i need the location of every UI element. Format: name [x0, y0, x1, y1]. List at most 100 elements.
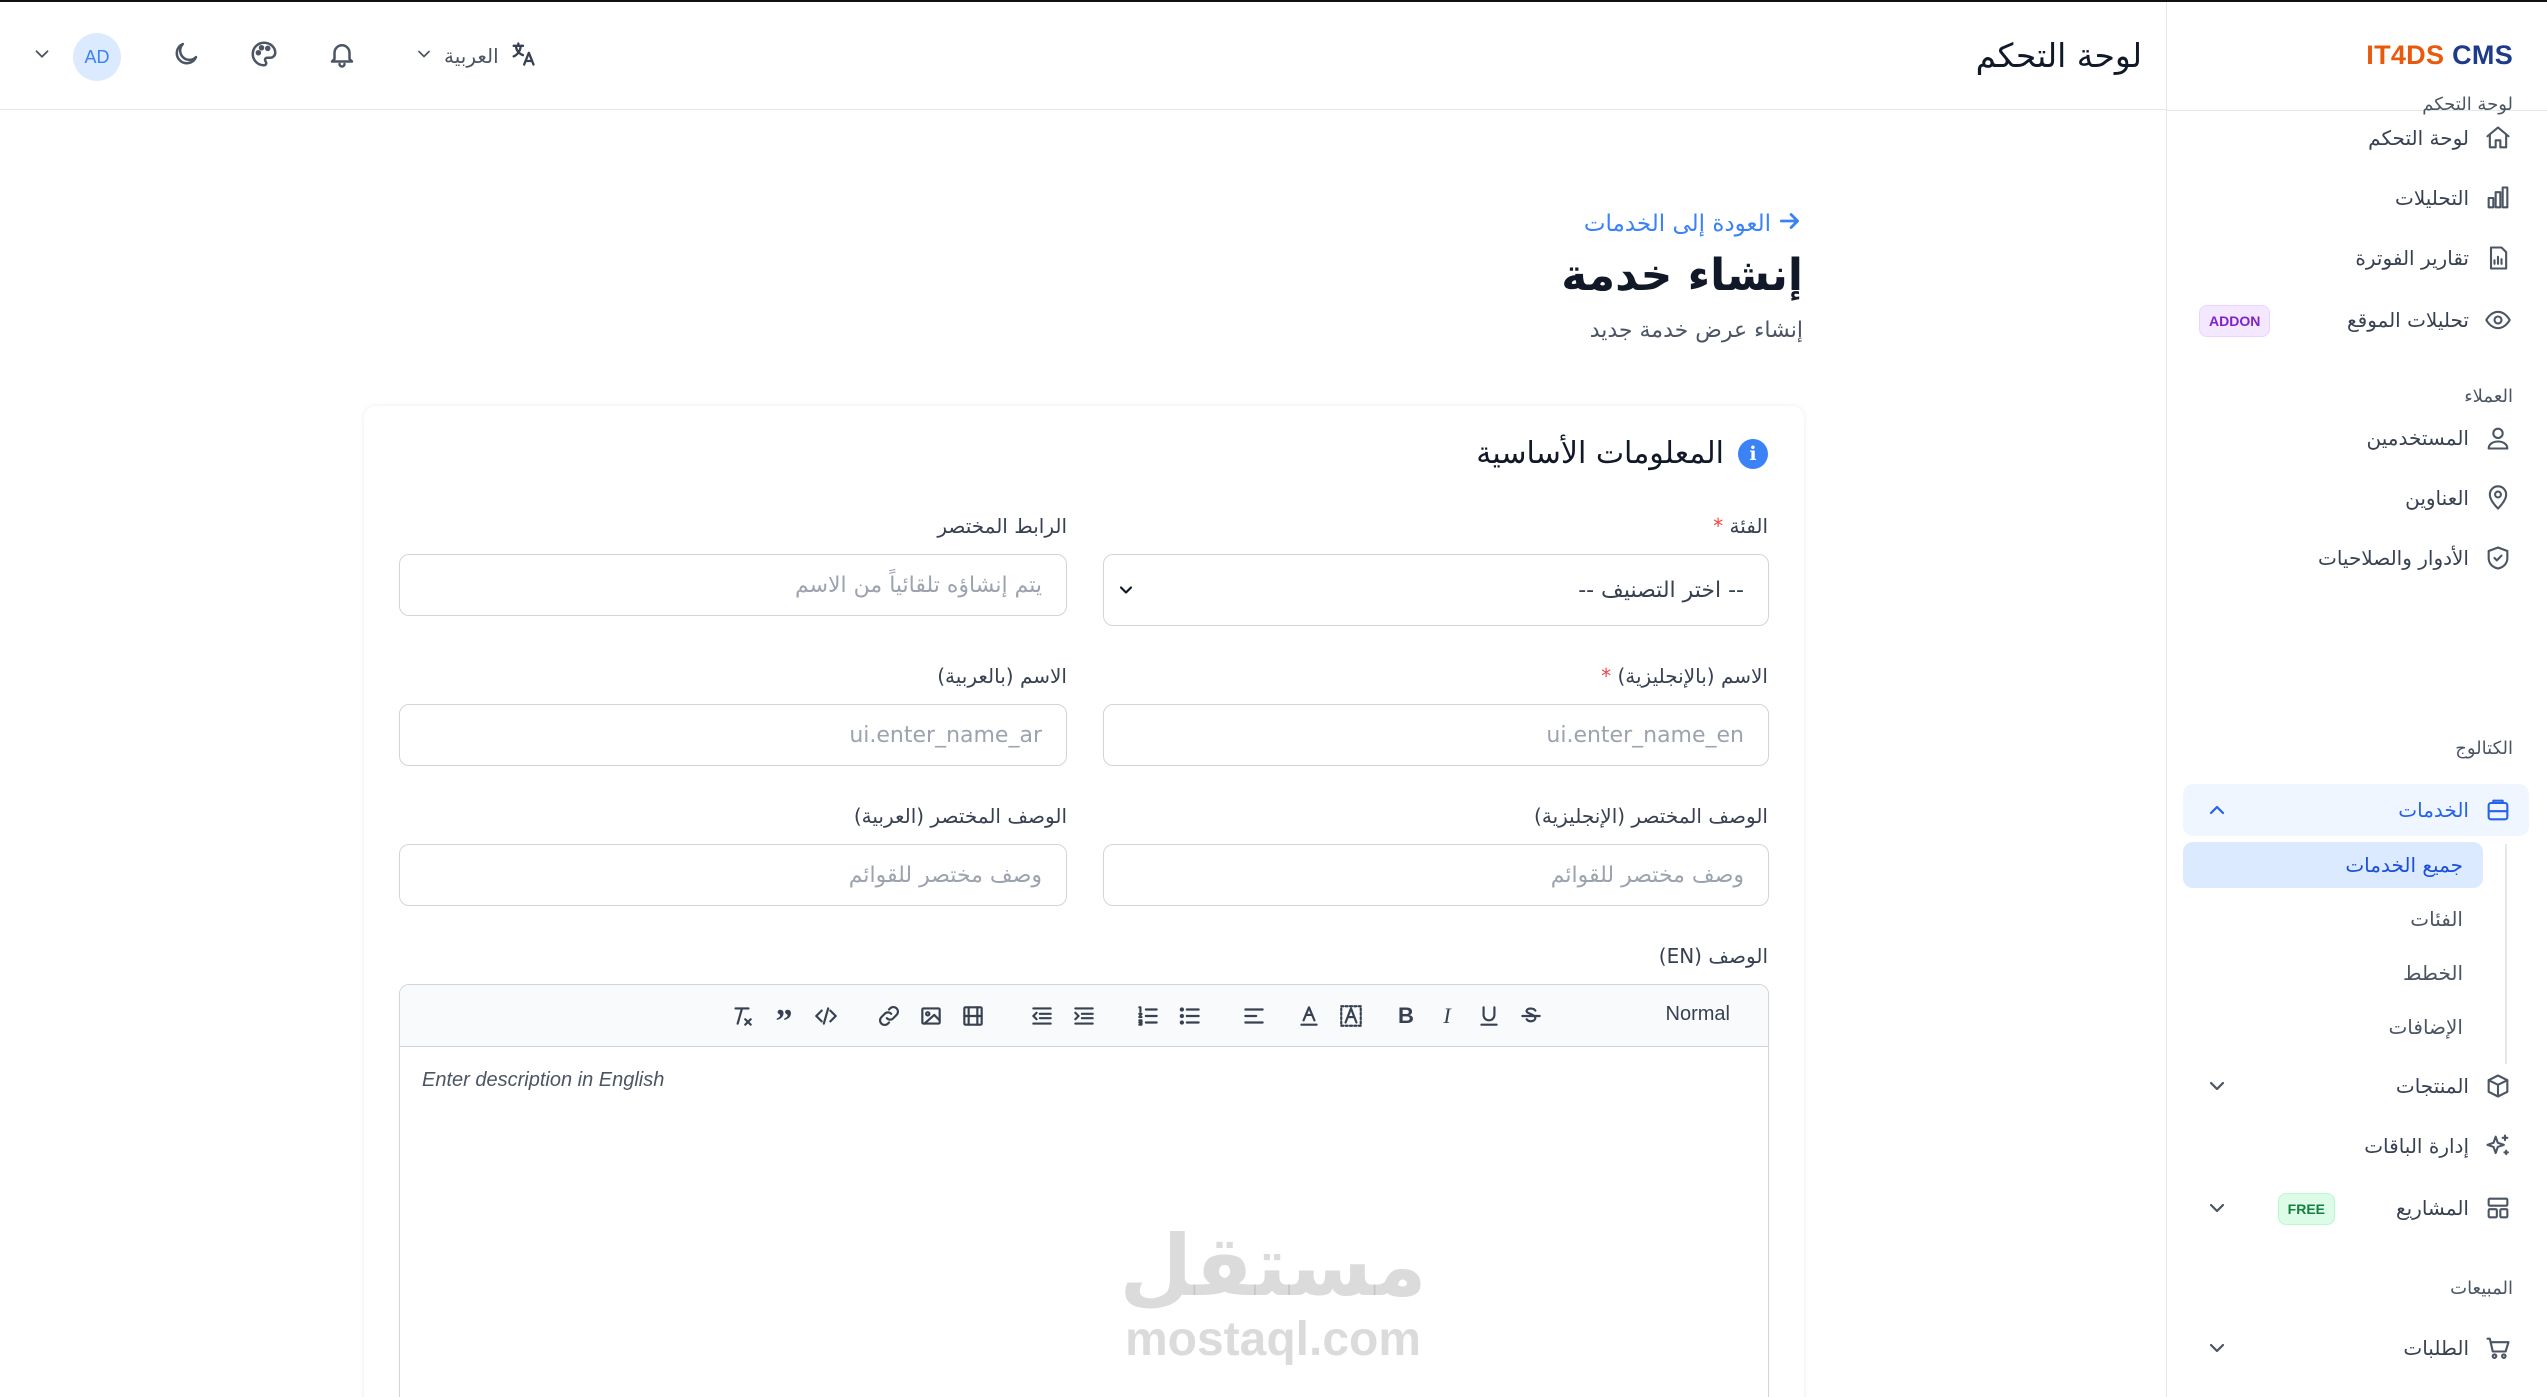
- chevron-down-icon: [31, 43, 53, 69]
- chevron-down-icon: [414, 44, 434, 68]
- submenu-line: [2505, 844, 2507, 1064]
- sidebar-item-label: التحليلات: [2394, 186, 2469, 210]
- bullet-list-icon[interactable]: [1174, 1000, 1206, 1032]
- sidebar-section-catalog: الكتالوج: [2455, 738, 2513, 759]
- language-switcher[interactable]: العربية: [414, 38, 537, 74]
- addon-badge: ADDON: [2199, 305, 2271, 337]
- text-color-icon[interactable]: [1293, 1000, 1325, 1032]
- link-icon[interactable]: [873, 1000, 905, 1032]
- chevron-down-icon: [1116, 580, 1136, 600]
- submenu-item-all-services[interactable]: جميع الخدمات: [2183, 842, 2483, 888]
- name-en-input[interactable]: ui.enter_name_en: [1103, 704, 1769, 766]
- notifications-button[interactable]: [324, 38, 360, 74]
- bell-icon: [327, 39, 357, 73]
- palette-icon: [249, 39, 279, 73]
- sidebar-item-label: المشاريع: [2395, 1196, 2469, 1220]
- image-icon[interactable]: [915, 1000, 947, 1032]
- blockquote-icon[interactable]: ”: [768, 1000, 800, 1040]
- category-label: الفئة *: [1713, 514, 1768, 538]
- sparkles-icon: [2483, 1131, 2513, 1161]
- short-desc-en-input[interactable]: وصف مختصر للقوائم: [1103, 844, 1769, 906]
- sidebar-item-label: تقارير الفوترة: [2355, 246, 2469, 270]
- name-ar-label: الاسم (بالعربية): [937, 664, 1067, 688]
- sidebar-item-orders[interactable]: الطلبات: [2183, 1322, 2529, 1374]
- description-en-editor[interactable]: Normal I B ” Enter description in Englis…: [399, 984, 1769, 1397]
- header-title: لوحة التحكم: [1975, 36, 2142, 75]
- report-icon: [2483, 243, 2513, 273]
- sidebar-item-label: العناوين: [2405, 486, 2469, 510]
- language-label: العربية: [444, 44, 499, 68]
- sidebar-item-billing-reports[interactable]: تقارير الفوترة: [2183, 232, 2529, 284]
- description-en-label: الوصف (EN): [1658, 944, 1768, 968]
- video-icon[interactable]: [957, 1000, 989, 1032]
- underline-icon[interactable]: [1473, 1000, 1505, 1032]
- sidebar-item-roles-permissions[interactable]: الأدوار والصلاحيات: [2183, 532, 2529, 584]
- chevron-down-icon[interactable]: [2205, 1336, 2229, 1360]
- sidebar-item-users[interactable]: المستخدمين: [2183, 412, 2529, 464]
- chevron-down-icon[interactable]: [2205, 1196, 2229, 1220]
- clear-format-icon[interactable]: [726, 1000, 758, 1032]
- align-icon[interactable]: [1238, 1000, 1270, 1032]
- sidebar-item-label: المستخدمين: [2366, 426, 2469, 450]
- editor-toolbar: Normal I B ”: [400, 985, 1768, 1047]
- sidebar-item-addresses[interactable]: العناوين: [2183, 472, 2529, 524]
- moon-icon: [171, 39, 201, 73]
- inbox-icon: [2483, 795, 2513, 825]
- sidebar-item-projects[interactable]: المشاريع FREE: [2183, 1182, 2529, 1234]
- arrow-right-icon: [1777, 208, 1803, 240]
- indent-icon[interactable]: [1068, 1000, 1100, 1032]
- layout-icon: [2483, 1193, 2513, 1223]
- sidebar-section-sales: المبيعات: [2450, 1278, 2513, 1299]
- short-desc-ar-input[interactable]: وصف مختصر للقوائم: [399, 844, 1067, 906]
- sidebar-item-services[interactable]: الخدمات: [2183, 784, 2529, 836]
- back-to-services-link[interactable]: العودة إلى الخدمات: [1584, 208, 1803, 240]
- bold-icon[interactable]: B: [1390, 1000, 1422, 1032]
- short-desc-ar-label: الوصف المختصر (العربية): [853, 804, 1067, 828]
- free-badge: FREE: [2277, 1193, 2335, 1225]
- translate-icon: [509, 40, 537, 72]
- chevron-up-icon[interactable]: [2205, 798, 2229, 822]
- strikethrough-icon[interactable]: [1515, 1000, 1547, 1032]
- basic-info-card: i المعلومات الأساسية الفئة * -- اختر الت…: [364, 406, 1804, 1397]
- slug-label: الرابط المختصر: [937, 514, 1067, 538]
- sidebar-item-label: الأدوار والصلاحيات: [2317, 546, 2469, 570]
- card-title: i المعلومات الأساسية: [1476, 436, 1768, 471]
- dark-mode-button[interactable]: [168, 38, 204, 74]
- name-en-label: الاسم (بالإنجليزية) *: [1601, 664, 1768, 688]
- eye-icon: [2483, 305, 2513, 335]
- sidebar: IT4DS CMS لوحة التحكم لوحة التحكم التحلي…: [2166, 2, 2547, 1397]
- chevron-down-icon[interactable]: [2205, 1074, 2229, 1098]
- sidebar-item-site-analytics[interactable]: تحليلات الموقع ADDON: [2183, 294, 2529, 346]
- sidebar-item-products[interactable]: المنتجات: [2183, 1060, 2529, 1112]
- name-ar-input[interactable]: ui.enter_name_ar: [399, 704, 1067, 766]
- brand-logo[interactable]: IT4DS CMS: [2366, 40, 2513, 71]
- sidebar-item-analytics[interactable]: التحليلات: [2183, 172, 2529, 224]
- submenu-item-categories[interactable]: الفئات: [2183, 896, 2483, 942]
- slug-input[interactable]: يتم إنشاؤه تلقائياً من الاسم: [399, 554, 1067, 616]
- sidebar-item-label: إدارة الباقات: [2364, 1134, 2469, 1158]
- submenu-item-addons[interactable]: الإضافات: [2183, 1004, 2483, 1050]
- format-select[interactable]: Normal: [1666, 1003, 1730, 1026]
- user-avatar[interactable]: AD: [73, 33, 121, 81]
- italic-icon[interactable]: I: [1431, 1000, 1463, 1032]
- submenu-item-plans[interactable]: الخطط: [2183, 950, 2483, 996]
- ordered-list-icon[interactable]: [1132, 1000, 1164, 1032]
- background-color-icon[interactable]: [1335, 1000, 1367, 1032]
- info-icon: i: [1738, 438, 1768, 469]
- code-icon[interactable]: [810, 1000, 842, 1032]
- sidebar-item-label: لوحة التحكم: [2368, 126, 2469, 150]
- user-menu-toggle[interactable]: [30, 38, 54, 74]
- theme-palette-button[interactable]: [246, 38, 282, 74]
- sidebar-item-label: المنتجات: [2395, 1074, 2469, 1098]
- top-header: لوحة التحكم العربية AD: [0, 2, 2166, 110]
- shield-icon: [2483, 543, 2513, 573]
- sidebar-item-label: الخدمات: [2398, 798, 2469, 822]
- sidebar-item-dashboard[interactable]: لوحة التحكم: [2183, 112, 2529, 164]
- bar-chart-icon: [2483, 183, 2513, 213]
- category-select[interactable]: -- اختر التصنيف --: [1103, 554, 1769, 626]
- map-pin-icon: [2483, 483, 2513, 513]
- sidebar-item-label: الطلبات: [2403, 1336, 2469, 1360]
- sidebar-item-packages[interactable]: إدارة الباقات: [2183, 1120, 2529, 1172]
- outdent-icon[interactable]: [1026, 1000, 1058, 1032]
- cart-icon: [2483, 1333, 2513, 1363]
